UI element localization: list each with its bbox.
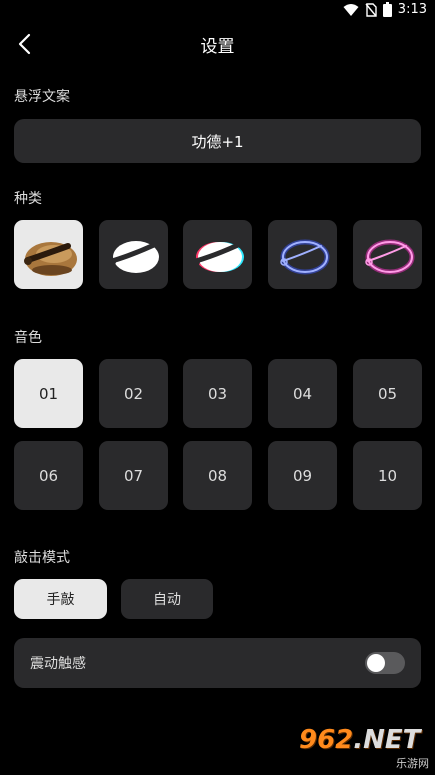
mode-manual-button[interactable]: 手敲	[14, 579, 107, 619]
sound-option-label: 08	[207, 466, 228, 485]
neon-blue-fish-icon	[279, 239, 329, 274]
sound-option-label: 05	[377, 384, 398, 403]
sound-option-label: 07	[123, 466, 144, 485]
sound-option-10[interactable]: 10	[353, 441, 422, 510]
sound-option-label: 09	[292, 466, 313, 485]
glitch-fish-icon	[193, 241, 244, 272]
watermark-logo: 962.NET 乐游网	[299, 727, 429, 771]
sound-option-05[interactable]: 05	[353, 359, 422, 428]
mode-manual-label: 手敲	[46, 592, 75, 608]
watermark-brand: 962	[299, 725, 354, 755]
no-sim-icon	[365, 2, 377, 17]
type-option-white-fish[interactable]	[99, 220, 168, 289]
sound-option-label: 03	[207, 384, 228, 403]
wooden-fish-icon	[23, 241, 77, 276]
status-icons: 3:13	[343, 2, 427, 17]
neon-pink-fish-icon	[364, 239, 414, 274]
float-text-value: 功德+1	[191, 132, 244, 151]
battery-icon	[382, 2, 392, 17]
vibration-row: 震动触感	[14, 638, 421, 688]
watermark-sub: 乐游网	[396, 757, 429, 770]
sound-option-07[interactable]: 07	[99, 441, 168, 510]
sound-option-09[interactable]: 09	[268, 441, 337, 510]
types-label: 种类	[14, 191, 42, 207]
sound-option-label: 02	[123, 384, 144, 403]
white-fish-icon	[109, 240, 159, 273]
sound-option-03[interactable]: 03	[183, 359, 252, 428]
type-option-neon-blue-fish[interactable]	[268, 220, 337, 289]
sound-option-label: 01	[38, 384, 59, 403]
type-option-neon-pink-fish[interactable]	[353, 220, 422, 289]
sound-option-label: 06	[38, 466, 59, 485]
float-text-input[interactable]: 功德+1	[14, 119, 421, 163]
sounds-label: 音色	[14, 330, 42, 346]
float-text-label: 悬浮文案	[14, 89, 70, 105]
sound-option-01[interactable]: 01	[14, 359, 83, 428]
type-option-glitch-fish[interactable]	[183, 220, 252, 289]
type-option-wooden-fish[interactable]	[14, 220, 83, 289]
watermark-net: .NET	[353, 725, 421, 755]
vibration-label: 震动触感	[30, 656, 86, 672]
header: 设置	[0, 24, 435, 64]
sound-option-label: 10	[377, 466, 398, 485]
mode-label: 敲击模式	[14, 550, 70, 566]
vibration-toggle[interactable]	[365, 652, 405, 674]
status-time: 3:13	[397, 2, 427, 17]
wifi-icon	[343, 3, 359, 16]
page-title: 设置	[200, 37, 235, 57]
sound-option-06[interactable]: 06	[14, 441, 83, 510]
mode-auto-button[interactable]: 自动	[121, 579, 213, 619]
status-bar: 3:13	[0, 0, 435, 24]
sound-option-02[interactable]: 02	[99, 359, 168, 428]
sound-option-08[interactable]: 08	[183, 441, 252, 510]
mode-auto-label: 自动	[153, 592, 181, 608]
sound-option-label: 04	[292, 384, 313, 403]
sound-option-04[interactable]: 04	[268, 359, 337, 428]
toggle-knob	[367, 654, 385, 672]
